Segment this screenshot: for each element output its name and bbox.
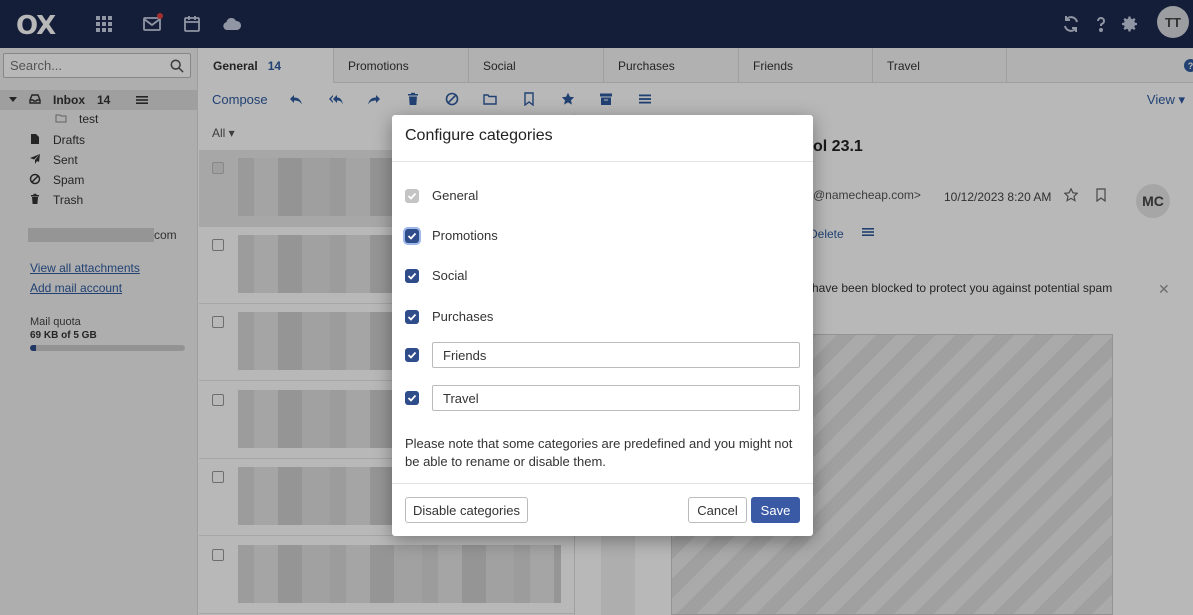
checkbox-social[interactable] (405, 268, 419, 283)
category-row-social: Social (405, 268, 467, 283)
configure-categories-dialog: Configure categories General Promotions … (392, 115, 813, 536)
checkbox-purchases[interactable] (405, 309, 419, 324)
cancel-button[interactable]: Cancel (688, 497, 747, 523)
category-label: Purchases (432, 309, 494, 324)
dialog-title: Configure categories (405, 127, 553, 144)
category-row-travel (405, 385, 800, 411)
divider (392, 483, 813, 484)
checkbox-promotions[interactable] (405, 228, 419, 243)
checkbox-general[interactable] (405, 188, 419, 203)
divider (392, 161, 813, 162)
category-label: General (432, 188, 479, 203)
category-label: Promotions (432, 228, 498, 243)
category-row-purchases: Purchases (405, 309, 493, 324)
disable-categories-button[interactable]: Disable categories (405, 497, 528, 523)
dialog-note: Please note that some categories are pre… (405, 436, 793, 469)
category-name-input-travel[interactable] (432, 385, 800, 411)
category-row-friends (405, 342, 800, 368)
category-row-promotions: Promotions (405, 228, 498, 243)
save-button[interactable]: Save (751, 497, 800, 523)
checkbox-travel[interactable] (405, 391, 419, 405)
category-name-input-friends[interactable] (432, 342, 800, 368)
category-label: Social (432, 268, 468, 283)
checkbox-friends[interactable] (405, 348, 419, 362)
category-row-general: General (405, 188, 478, 203)
